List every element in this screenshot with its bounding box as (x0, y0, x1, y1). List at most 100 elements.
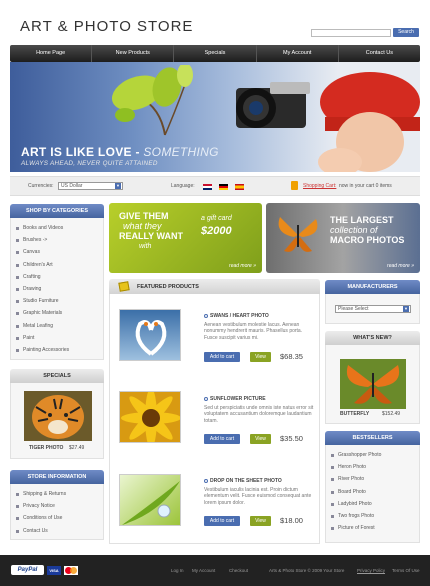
product-price: $68.35 (280, 352, 303, 361)
footer-terms-link[interactable]: Terms Of Use (392, 568, 420, 573)
bestseller-item[interactable]: Ladybird Photo (326, 498, 419, 510)
featured-header: FEATURED PRODUCTS (109, 279, 320, 294)
category-item[interactable]: Drawing (11, 283, 103, 295)
new-product-price: $152.49 (382, 411, 401, 417)
whats-new-box: WHAT'S NEW? BUTTERFLY $152.49 (325, 331, 420, 424)
banner-title: ART IS LIKE LOVE - SOMETHING (21, 145, 219, 159)
spanish-flag-icon[interactable] (235, 184, 244, 190)
paypal-icon: PayPal (11, 565, 44, 575)
category-item[interactable]: Studio Furniture (11, 295, 103, 307)
search-input[interactable] (311, 29, 391, 37)
special-name[interactable]: TIGER PHOTO (29, 445, 63, 451)
nav-home[interactable]: Home Page (10, 45, 93, 62)
bullet-icon (204, 397, 208, 401)
categories-box: SHOP BY CATEGORIES Books and Videos Brus… (10, 204, 104, 360)
add-to-cart-button[interactable]: Add to cart (204, 434, 240, 444)
category-item[interactable]: Graphic Materials (11, 307, 103, 319)
language-label: Language: (171, 183, 195, 189)
add-to-cart-button[interactable]: Add to cart (204, 352, 240, 362)
whats-new-title: WHAT'S NEW? (325, 331, 420, 345)
mastercard-icon (64, 566, 78, 575)
footer-copyright: Arts & Photo Store © 2009 Your Store (269, 568, 345, 573)
product-image[interactable] (119, 474, 181, 526)
tiger-photo[interactable] (24, 391, 92, 441)
category-item[interactable]: Children's Art (11, 259, 103, 271)
info-link[interactable]: Contact Us (11, 525, 103, 537)
bestseller-item[interactable]: Heron Photo (326, 461, 419, 473)
specials-title: SPECIALS (10, 369, 104, 383)
category-item[interactable]: Crafting (11, 271, 103, 283)
manufacturers-title: MANUFACTURERS (325, 280, 420, 294)
view-button[interactable]: View (250, 352, 271, 362)
view-button[interactable]: View (250, 516, 271, 526)
nav-my-account[interactable]: My Account (257, 45, 339, 62)
info-link[interactable]: Shipping & Returns (11, 488, 103, 500)
bullet-icon (204, 479, 208, 483)
store-logo[interactable]: ART & PHOTO STORE (20, 18, 193, 35)
gift-read-more-link[interactable]: read more » (229, 263, 256, 269)
footer-checkout-link[interactable]: Checkout (229, 568, 248, 573)
category-item[interactable]: Paint (11, 332, 103, 344)
view-button[interactable]: View (250, 434, 271, 444)
bestseller-item[interactable]: Two frogs Photo (326, 510, 419, 522)
product-title[interactable]: SWANS / HEART PHOTO (210, 313, 269, 319)
shopping-cart-link[interactable]: Shopping Cart: (303, 183, 336, 189)
footer-login-link[interactable]: Log In (171, 568, 184, 573)
category-item[interactable]: Brushes -> (11, 234, 103, 246)
chevron-down-icon: ▼ (115, 183, 121, 189)
german-flag-icon[interactable] (219, 184, 228, 190)
category-item[interactable]: Books and Videos (11, 222, 103, 234)
nav-contact-us[interactable]: Contact Us (339, 45, 420, 62)
top-navigation: Home Page New Products Specials My Accou… (10, 45, 420, 62)
category-item[interactable]: Metal Leafing (11, 320, 103, 332)
bestseller-item[interactable]: Grasshopper Photo (326, 449, 419, 461)
english-flag-icon[interactable] (203, 184, 212, 190)
bestsellers-title: BESTSELLERS (325, 431, 420, 445)
cart-lock-icon (291, 181, 298, 190)
info-link[interactable]: Conditions of Use (11, 512, 103, 524)
product-title[interactable]: DROP ON THE SHEET PHOTO (210, 478, 282, 484)
footer-privacy-link[interactable]: Privacy Policy (357, 568, 385, 573)
bestseller-item[interactable]: Board Photo (326, 486, 419, 498)
special-price: $27.49 (69, 445, 85, 451)
product-price: $35.50 (280, 434, 303, 443)
currencies-label: Currencies: (28, 183, 54, 189)
footer-account-link[interactable]: My Account (192, 568, 215, 573)
banner-subtitle: ALWAYS AHEAD, NEVER QUITE ATTAINED (21, 160, 158, 167)
photographer-image (236, 72, 420, 172)
featured-title: FEATURED PRODUCTS (137, 284, 199, 290)
manufacturers-box: MANUFACTURERS Please Select ▼ (325, 280, 420, 324)
butterfly-photo[interactable] (340, 359, 406, 409)
bestsellers-box: BESTSELLERS Grasshopper Photo Heron Phot… (325, 431, 420, 543)
store-info-title: STORE INFORMATION (10, 470, 104, 484)
product-image[interactable] (119, 309, 181, 361)
categories-title: SHOP BY CATEGORIES (10, 204, 104, 218)
macro-read-more-link[interactable]: read more » (387, 263, 414, 269)
info-link[interactable]: Privacy Notice (11, 500, 103, 512)
new-product-name[interactable]: BUTTERFLY (340, 411, 369, 417)
nav-specials[interactable]: Specials (174, 45, 257, 62)
bestseller-item[interactable]: River Photo (326, 473, 419, 485)
bestseller-item[interactable]: Picture of Forest (326, 522, 419, 534)
store-info-box: STORE INFORMATION Shipping & Returns Pri… (10, 470, 104, 540)
currency-select[interactable]: US Dollar ▼ (58, 182, 123, 190)
product-price: $18.00 (280, 516, 303, 525)
tag-icon (118, 281, 130, 292)
search-button[interactable]: Search (393, 28, 419, 37)
gift-card-promo[interactable]: GIVE THEM what they REALLY WANT with a g… (109, 203, 262, 273)
butterfly-icon (278, 217, 318, 252)
manufacturer-select[interactable]: Please Select ▼ (335, 305, 411, 313)
macro-photos-promo[interactable]: THE LARGEST collection of MACRO PHOTOS r… (266, 203, 420, 273)
product-description: Sed ut perspiciatis unde omnis iste natu… (204, 405, 314, 424)
nav-new-products[interactable]: New Products (92, 45, 175, 62)
product-image[interactable] (119, 391, 181, 443)
bullet-icon (204, 314, 208, 318)
visa-icon: VISA (47, 566, 61, 575)
category-item[interactable]: Painting Accessories (11, 344, 103, 356)
cart-status: now in your cart 0 items (339, 183, 392, 189)
category-item[interactable]: Canvas (11, 246, 103, 258)
chevron-down-icon: ▼ (403, 306, 409, 312)
product-title[interactable]: SUNFLOWER PICTURE (210, 396, 266, 402)
add-to-cart-button[interactable]: Add to cart (204, 516, 240, 526)
specials-box: SPECIALS TIGER PHOTO $27.49 (10, 369, 104, 459)
